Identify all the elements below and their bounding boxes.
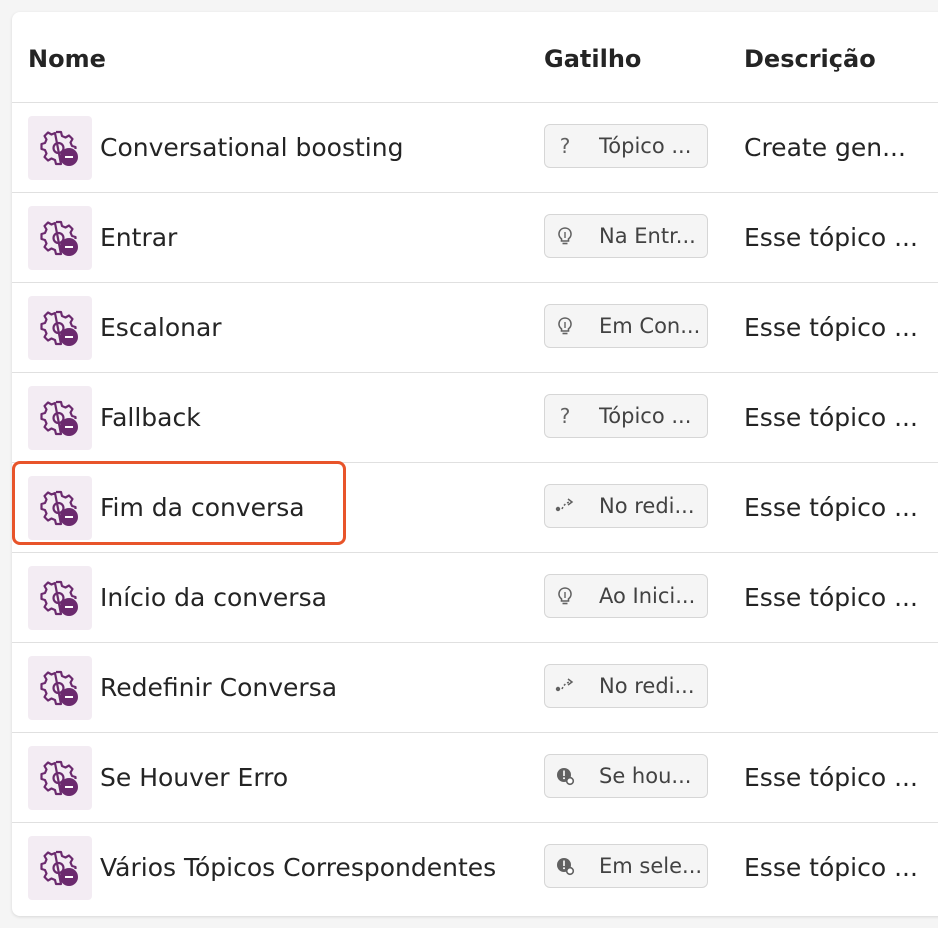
table-row[interactable]: Escalonar Em Con... Esse tópico ...	[12, 283, 938, 373]
topic-gear-icon	[28, 746, 92, 810]
trigger-label: Tópico ...	[599, 134, 692, 158]
trigger-chip: Ao Inici...	[544, 574, 708, 618]
trigger-label: No redi...	[599, 674, 695, 698]
trigger-label: Se hou...	[599, 764, 692, 788]
topic-gear-icon	[28, 836, 92, 900]
redirect-icon	[545, 678, 585, 694]
topic-gear-icon	[28, 476, 92, 540]
table-row[interactable]: Redefinir Conversa No redi...	[12, 643, 938, 733]
topic-description: Esse tópico ...	[744, 853, 918, 882]
column-header-description[interactable]: Descrição	[744, 45, 876, 73]
column-header-name[interactable]: Nome	[28, 45, 106, 73]
trigger-chip: Se hou...	[544, 754, 708, 798]
topic-gear-icon	[28, 386, 92, 450]
topic-name[interactable]: Fallback	[100, 403, 201, 432]
trigger-chip: No redi...	[544, 664, 708, 708]
trigger-chip: Em Con...	[544, 304, 708, 348]
error-gear-icon	[545, 856, 585, 876]
topic-description: Esse tópico ...	[744, 763, 918, 792]
trigger-chip: Em sele...	[544, 844, 708, 888]
trigger-label: No redi...	[599, 494, 695, 518]
table-row[interactable]: Se Houver Erro Se hou... Esse tópico ...	[12, 733, 938, 823]
table-body: Conversational boosting ? Tópico ... Cre…	[12, 103, 938, 912]
topic-description: Esse tópico ...	[744, 493, 918, 522]
error-gear-icon	[545, 766, 585, 786]
column-header-trigger[interactable]: Gatilho	[544, 45, 641, 73]
table-row[interactable]: Entrar Na Entr... Esse tópico ...	[12, 193, 938, 283]
trigger-chip: ? Tópico ...	[544, 394, 708, 438]
redirect-icon	[545, 498, 585, 514]
trigger-chip: Na Entr...	[544, 214, 708, 258]
trigger-label: Tópico ...	[599, 404, 692, 428]
topic-name[interactable]: Redefinir Conversa	[100, 673, 337, 702]
question-icon: ?	[559, 404, 571, 428]
topic-description: Create gen...	[744, 133, 906, 162]
trigger-chip: ? Tópico ...	[544, 124, 708, 168]
topic-name[interactable]: Vários Tópicos Correspondentes	[100, 853, 496, 882]
lightbulb-icon	[545, 316, 585, 336]
topic-description: Esse tópico ...	[744, 583, 918, 612]
lightbulb-icon	[545, 226, 585, 246]
topic-description: Esse tópico ...	[744, 223, 918, 252]
topic-gear-icon	[28, 206, 92, 270]
table-row[interactable]: Vários Tópicos Correspondentes Em sele..…	[12, 823, 938, 912]
topic-name[interactable]: Início da conversa	[100, 583, 327, 612]
question-icon: ?	[559, 134, 571, 158]
trigger-label: Em sele...	[599, 854, 703, 878]
trigger-label: Em Con...	[599, 314, 701, 338]
topic-name[interactable]: Se Houver Erro	[100, 763, 288, 792]
lightbulb-icon	[545, 586, 585, 606]
table-row[interactable]: Fallback ? Tópico ... Esse tópico ...	[12, 373, 938, 463]
topic-description: Esse tópico ...	[744, 313, 918, 342]
trigger-label: Na Entr...	[599, 224, 696, 248]
topic-name[interactable]: Fim da conversa	[100, 493, 305, 522]
trigger-chip: No redi...	[544, 484, 708, 528]
table-row[interactable]: Conversational boosting ? Tópico ... Cre…	[12, 103, 938, 193]
topic-name[interactable]: Escalonar	[100, 313, 222, 342]
table-row[interactable]: Início da conversa Ao Inici... Esse tópi…	[12, 553, 938, 643]
table-header: Nome Gatilho Descrição	[12, 12, 938, 103]
topic-gear-icon	[28, 656, 92, 720]
table-row[interactable]: Fim da conversa No redi... Esse tópico .…	[12, 463, 938, 553]
topic-name[interactable]: Conversational boosting	[100, 133, 403, 162]
topic-gear-icon	[28, 296, 92, 360]
topic-gear-icon	[28, 116, 92, 180]
topic-gear-icon	[28, 566, 92, 630]
topic-description: Esse tópico ...	[744, 403, 918, 432]
topics-table: Nome Gatilho Descrição Conversational bo…	[12, 12, 938, 916]
trigger-label: Ao Inici...	[599, 584, 696, 608]
topic-name[interactable]: Entrar	[100, 223, 177, 252]
